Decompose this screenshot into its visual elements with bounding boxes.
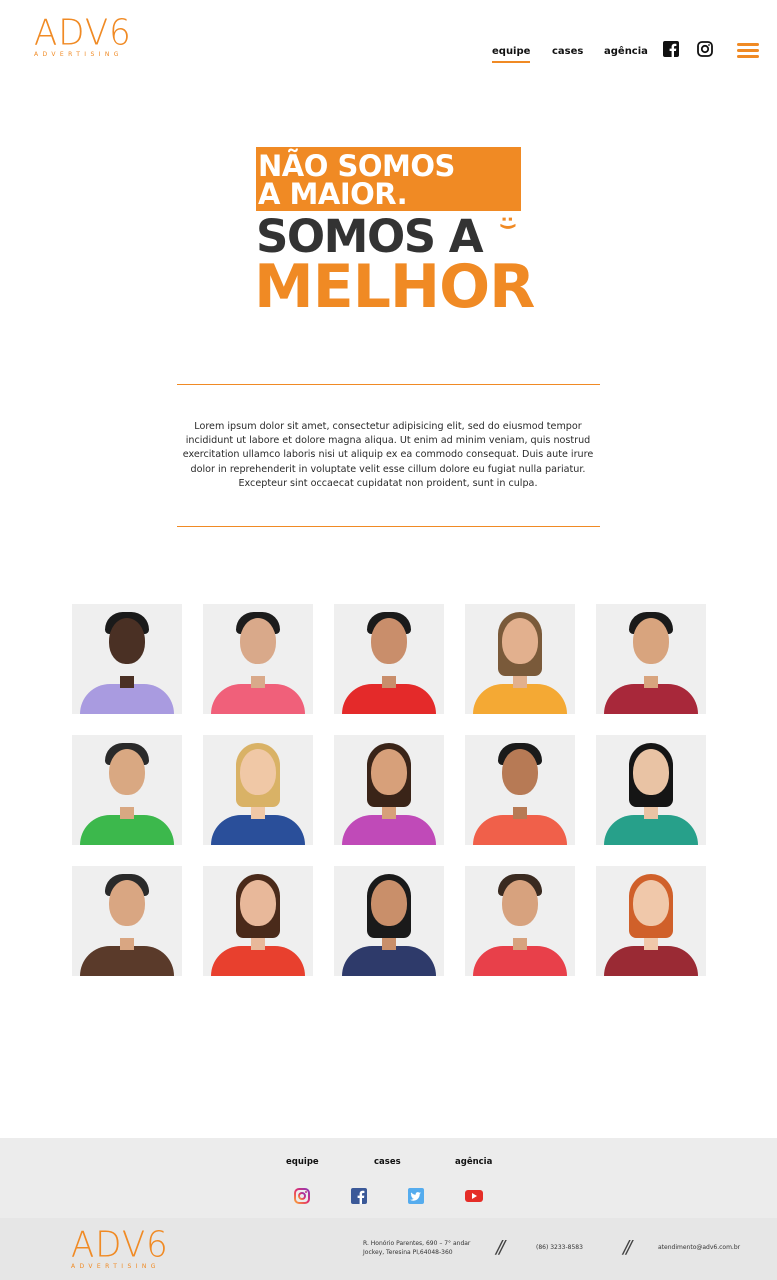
footer-logo[interactable]: ADV6 ADVERTISING xyxy=(71,1224,169,1270)
divider-top xyxy=(177,384,600,385)
neck xyxy=(120,938,134,950)
team-member-photo[interactable] xyxy=(596,866,706,976)
logo[interactable]: ADV6 ADVERTISING xyxy=(34,12,132,58)
nav-equipe[interactable]: equipe xyxy=(492,46,531,63)
face xyxy=(502,880,538,926)
instagram-icon[interactable] xyxy=(697,41,713,57)
team-grid xyxy=(72,604,706,976)
face xyxy=(240,618,276,664)
face xyxy=(502,749,538,795)
footer-nav-agencia[interactable]: agência xyxy=(455,1157,492,1167)
logo-wordmark: ADV6 xyxy=(34,12,132,55)
address-line-1: R. Honório Parentes, 690 – 7° andar xyxy=(363,1240,471,1247)
smile-emoticon: :) xyxy=(497,215,518,231)
team-member-photo[interactable] xyxy=(596,604,706,714)
shirt xyxy=(473,946,567,976)
footer-phone[interactable]: (86) 3233-8583 xyxy=(536,1243,583,1252)
shirt xyxy=(80,946,174,976)
footer-nav-equipe[interactable]: equipe xyxy=(286,1157,319,1167)
neck xyxy=(644,938,658,950)
shirt xyxy=(211,815,305,845)
neck xyxy=(382,676,396,688)
footer-nav-cases[interactable]: cases xyxy=(374,1157,401,1167)
team-member-photo[interactable] xyxy=(334,866,444,976)
shirt xyxy=(342,684,436,714)
team-member-photo[interactable] xyxy=(465,604,575,714)
shirt xyxy=(342,946,436,976)
face xyxy=(371,880,407,926)
team-member-photo[interactable] xyxy=(72,604,182,714)
hero-line-4: MELHOR xyxy=(254,252,535,322)
intro-paragraph: Lorem ipsum dolor sit amet, consectetur … xyxy=(182,421,594,489)
shirt xyxy=(80,684,174,714)
neck xyxy=(644,807,658,819)
neck xyxy=(644,676,658,688)
facebook-icon[interactable] xyxy=(351,1188,367,1204)
neck xyxy=(513,938,527,950)
facebook-icon[interactable] xyxy=(663,41,679,57)
team-member-photo[interactable] xyxy=(465,866,575,976)
face xyxy=(633,749,669,795)
twitter-icon[interactable] xyxy=(408,1188,424,1204)
address-line-2: Jockey, Teresina PI,64048-360 xyxy=(363,1249,453,1256)
footer-email[interactable]: atendimento@adv6.com.br xyxy=(658,1243,740,1252)
shirt xyxy=(211,684,305,714)
face xyxy=(240,749,276,795)
footer-address: R. Honório Parentes, 690 – 7° andar Jock… xyxy=(363,1239,470,1257)
team-member-photo[interactable] xyxy=(72,735,182,845)
face xyxy=(109,749,145,795)
nav-agencia[interactable]: agência xyxy=(604,46,648,57)
footer-nav-area xyxy=(0,1138,777,1218)
shirt xyxy=(604,684,698,714)
face xyxy=(240,880,276,926)
face xyxy=(502,618,538,664)
face xyxy=(633,880,669,926)
team-member-photo[interactable] xyxy=(596,735,706,845)
neck xyxy=(513,676,527,688)
shirt xyxy=(80,815,174,845)
neck xyxy=(382,938,396,950)
neck xyxy=(251,676,265,688)
shirt xyxy=(473,684,567,714)
shirt xyxy=(473,815,567,845)
neck xyxy=(382,807,396,819)
nav-cases[interactable]: cases xyxy=(552,46,583,57)
separator-2: // xyxy=(623,1237,632,1258)
team-member-photo[interactable] xyxy=(203,735,313,845)
neck xyxy=(513,807,527,819)
instagram-icon[interactable] xyxy=(294,1188,310,1204)
face xyxy=(371,618,407,664)
team-member-photo[interactable] xyxy=(203,866,313,976)
shirt xyxy=(211,946,305,976)
face xyxy=(371,749,407,795)
divider-bottom xyxy=(177,526,600,527)
youtube-icon[interactable] xyxy=(465,1188,483,1204)
face xyxy=(109,618,145,664)
team-member-photo[interactable] xyxy=(72,866,182,976)
team-member-photo[interactable] xyxy=(465,735,575,845)
face xyxy=(109,880,145,926)
shirt xyxy=(342,815,436,845)
shirt xyxy=(604,815,698,845)
neck xyxy=(251,938,265,950)
hero-slogan: NÃO SOMOS A MAIOR. SOMOS A :) MELHOR xyxy=(254,147,535,319)
face xyxy=(633,618,669,664)
team-member-photo[interactable] xyxy=(334,735,444,845)
team-member-photo[interactable] xyxy=(203,604,313,714)
shirt xyxy=(604,946,698,976)
neck xyxy=(120,807,134,819)
neck xyxy=(251,807,265,819)
neck xyxy=(120,676,134,688)
footer-logo-wordmark: ADV6 xyxy=(71,1224,169,1266)
hero-line-2: A MAIOR. xyxy=(258,177,408,211)
separator-1: // xyxy=(496,1237,505,1258)
menu-icon[interactable] xyxy=(737,43,759,58)
team-member-photo[interactable] xyxy=(334,604,444,714)
